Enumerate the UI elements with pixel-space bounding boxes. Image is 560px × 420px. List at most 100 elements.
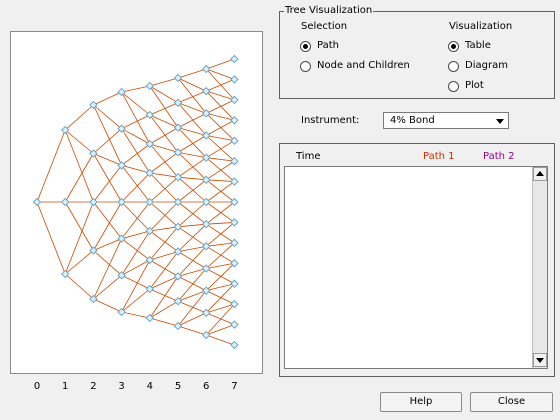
tree-edge: [93, 238, 122, 300]
tree-edge: [93, 298, 122, 313]
close-button[interactable]: Close: [470, 392, 553, 412]
tree-edge: [206, 268, 235, 285]
x-tick-label: 3: [118, 381, 124, 392]
path-table-list[interactable]: [284, 166, 548, 369]
radio-plot[interactable]: Plot: [448, 80, 548, 93]
radio-plot-label: Plot: [465, 80, 484, 91]
group-title: Tree Visualization: [284, 5, 374, 16]
tree-edge: [206, 119, 235, 136]
radio-table[interactable]: Table: [448, 40, 548, 53]
tree-edge: [206, 283, 235, 292]
tree-edge: [121, 238, 151, 261]
tree-edge: [64, 201, 94, 251]
tree-edge: [149, 251, 179, 290]
tree-edge: [149, 176, 179, 203]
tree-edge: [149, 114, 179, 153]
tree-edge: [149, 172, 179, 178]
help-button[interactable]: Help: [380, 392, 462, 412]
tree-edge: [177, 77, 207, 92]
tree-edge: [177, 223, 207, 228]
tree-edge: [93, 165, 122, 203]
column-header-time: Time: [296, 151, 321, 162]
radio-button-icon[interactable]: [448, 61, 459, 72]
tree-edge: [121, 172, 151, 203]
tree-edge: [93, 275, 122, 300]
tree-edge: [149, 77, 179, 87]
tree-edge: [149, 85, 179, 104]
tree-edge: [149, 317, 179, 327]
tree-edge: [177, 251, 207, 269]
radio-node-and-children[interactable]: Node and Children: [300, 60, 440, 73]
tree-node[interactable]: [230, 54, 239, 64]
radio-button-icon[interactable]: [448, 41, 459, 52]
tree-edge: [121, 91, 151, 116]
tree-edge: [206, 58, 235, 70]
tree-edge: [149, 251, 179, 261]
tree-edge: [64, 129, 94, 203]
tree-edge: [177, 176, 207, 181]
instrument-select[interactable]: 4% Bond: [383, 112, 509, 129]
tree-edge: [177, 325, 207, 336]
tree-edge: [205, 242, 235, 269]
tree-node[interactable]: [230, 75, 239, 84]
vertical-scrollbar[interactable]: [532, 167, 547, 368]
tree-edge: [206, 157, 235, 162]
selection-heading: Selection: [301, 21, 348, 32]
radio-button-icon[interactable]: [300, 61, 311, 72]
column-header-path-2: Path 2: [483, 151, 515, 162]
tree-edge: [121, 201, 151, 232]
tree-edge: [36, 129, 66, 203]
tree-edge: [93, 201, 122, 239]
tree-node[interactable]: [89, 197, 98, 207]
tree-edge: [205, 140, 235, 159]
tree-edge: [93, 238, 122, 251]
tree-edge: [205, 245, 235, 264]
tree-edge: [64, 153, 94, 203]
tree-edge: [206, 79, 235, 92]
tree-edge: [149, 127, 179, 145]
radio-diagram[interactable]: Diagram: [448, 60, 548, 73]
tree-edge: [93, 104, 122, 129]
tree-edge: [64, 273, 94, 300]
arrow-down-icon: [536, 358, 544, 363]
tree-node[interactable]: [230, 340, 239, 350]
tree-edge: [205, 222, 235, 247]
tree-edge: [149, 226, 179, 261]
tree-node[interactable]: [117, 161, 126, 170]
tree-edge: [121, 85, 150, 93]
tree-edge: [206, 112, 235, 121]
x-axis: 0 1 2 3 4 5 6 7: [34, 381, 238, 392]
tree-edge: [149, 230, 179, 252]
tree-edge: [206, 99, 235, 114]
tree-node[interactable]: [230, 197, 239, 207]
radio-button-icon[interactable]: [300, 41, 311, 52]
visualization-heading: Visualization: [449, 21, 513, 32]
tree-node[interactable]: [117, 234, 126, 243]
scroll-up-button[interactable]: [533, 167, 547, 181]
tree-edge: [149, 102, 179, 116]
tree-edge: [93, 201, 122, 251]
tree-edge: [121, 288, 151, 313]
radio-button-icon[interactable]: [448, 81, 459, 92]
tree-edge: [93, 153, 122, 166]
tree-edge: [121, 114, 150, 130]
scroll-down-button[interactable]: [533, 353, 547, 367]
tree-edge: [177, 90, 207, 104]
tree-edge: [149, 143, 179, 153]
tree-node[interactable]: [230, 320, 239, 329]
instrument-value: 4% Bond: [390, 115, 435, 126]
tree-node[interactable]: [145, 81, 154, 91]
tree-edge: [36, 201, 66, 275]
arrow-up-icon: [536, 171, 544, 176]
tree-node[interactable]: [145, 313, 154, 323]
chevron-down-icon[interactable]: [496, 119, 504, 124]
instrument-label: Instrument:: [301, 115, 360, 126]
radio-path[interactable]: Path: [300, 40, 440, 53]
tree-edge: [206, 290, 235, 305]
x-tick-label: 0: [34, 381, 40, 392]
tree-edge: [206, 179, 235, 182]
tree-edge: [206, 312, 235, 325]
tree-edge: [121, 274, 150, 290]
tree-node[interactable]: [32, 197, 42, 207]
tree-node[interactable]: [61, 197, 70, 207]
